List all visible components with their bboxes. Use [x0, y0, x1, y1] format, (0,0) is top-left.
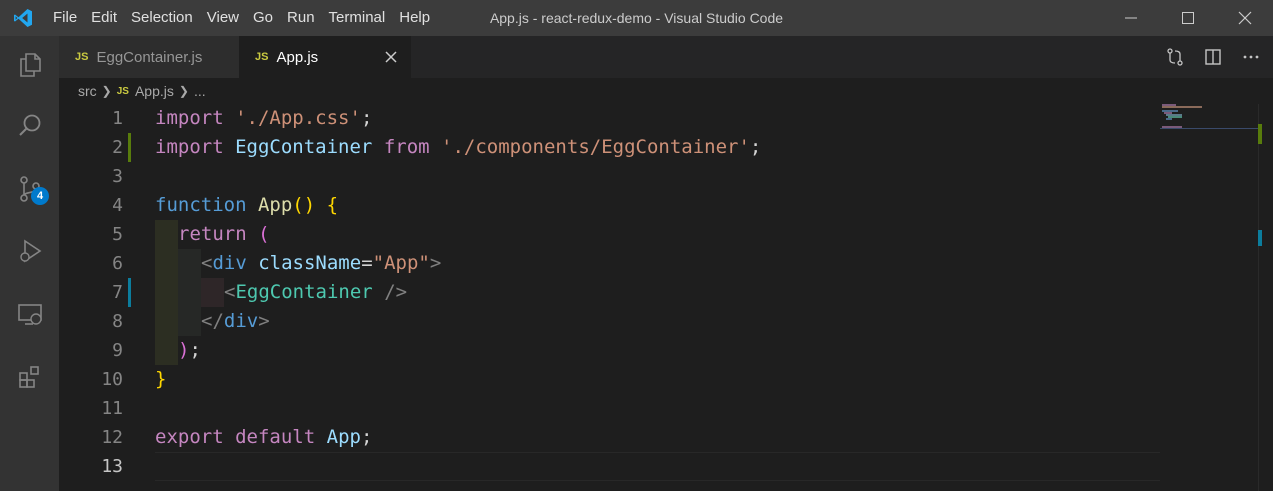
title-bar: File Edit Selection View Go Run Terminal… — [0, 0, 1273, 36]
code-line: 6 <div className="App"> — [59, 249, 1159, 278]
code-line: 12 export default App; — [59, 423, 1159, 452]
window-controls — [1102, 0, 1273, 36]
minimize-icon — [1124, 17, 1137, 19]
line-number: 3 — [112, 166, 123, 187]
vertical-scrollbar[interactable] — [1258, 104, 1273, 491]
code-text: </div> — [201, 310, 270, 332]
activity-bar: 4 — [0, 36, 59, 491]
more-actions-button[interactable] — [1239, 45, 1263, 69]
menu-help[interactable]: Help — [392, 0, 437, 36]
run-debug-button[interactable] — [0, 222, 59, 280]
code-line: 8 </div> — [59, 307, 1159, 336]
line-number: 10 — [101, 369, 123, 390]
code-text: <EggContainer /> — [224, 281, 408, 303]
maximize-button[interactable] — [1159, 0, 1216, 36]
tab-app[interactable]: JS App.js — [239, 36, 411, 78]
code-line: 10 } — [59, 365, 1159, 394]
code-line: 9 ); — [59, 336, 1159, 365]
code-line: 7 <EggContainer /> — [59, 278, 1159, 307]
code-text: function App() { — [155, 194, 339, 216]
search-button[interactable] — [0, 97, 59, 155]
breadcrumb-symbol[interactable]: ... — [194, 83, 206, 99]
menu-go[interactable]: Go — [246, 0, 280, 36]
code-editor[interactable]: 1 import './App.css'; 2 import EggContai… — [59, 104, 1273, 491]
line-number: 8 — [112, 311, 123, 332]
ellipsis-icon — [1243, 55, 1259, 59]
breadcrumb-file[interactable]: App.js — [135, 83, 174, 99]
js-file-icon: JS — [75, 51, 89, 63]
source-control-button[interactable]: 4 — [0, 160, 59, 218]
split-editor-icon — [1205, 49, 1221, 65]
breadcrumb: src ❯ JS App.js ❯ ... — [59, 78, 1273, 104]
chevron-right-icon: ❯ — [101, 84, 112, 98]
menu-terminal[interactable]: Terminal — [322, 0, 393, 36]
line-number: 2 — [112, 137, 123, 158]
split-editor-button[interactable] — [1201, 45, 1225, 69]
menu-file[interactable]: File — [46, 0, 84, 36]
line-number: 7 — [112, 282, 123, 303]
code-line: 3 — [59, 162, 1159, 191]
minimize-button[interactable] — [1102, 0, 1159, 36]
search-icon — [18, 114, 40, 136]
line-number: 11 — [101, 398, 123, 419]
editor-actions — [1163, 36, 1263, 78]
line-number: 5 — [112, 224, 123, 245]
code-text: return ( — [178, 223, 270, 245]
minimap[interactable] — [1160, 104, 1260, 144]
line-number: 9 — [112, 340, 123, 361]
code-text: <div className="App"> — [201, 252, 442, 274]
chevron-right-icon: ❯ — [178, 84, 189, 98]
code-line: 2 import EggContainer from './components… — [59, 133, 1159, 162]
menu-edit[interactable]: Edit — [84, 0, 124, 36]
line-number: 4 — [112, 195, 123, 216]
open-changes-button[interactable] — [1163, 45, 1187, 69]
menu-view[interactable]: View — [200, 0, 246, 36]
tab-bar: JS EggContainer.js JS App.js — [59, 36, 1273, 78]
close-icon — [385, 51, 397, 63]
code-text: import EggContainer from './components/E… — [155, 136, 762, 158]
code-text: } — [155, 368, 167, 390]
code-text: import './App.css'; — [155, 107, 373, 129]
tab-label: App.js — [276, 48, 319, 66]
scrollbar-modified-marker — [1258, 230, 1262, 246]
line-number: 13 — [101, 456, 123, 477]
menu-run[interactable]: Run — [280, 0, 322, 36]
explorer-icon — [19, 53, 41, 77]
code-line: 1 import './App.css'; — [59, 104, 1159, 133]
maximize-icon — [1181, 12, 1194, 24]
js-file-icon: JS — [255, 51, 269, 63]
remote-explorer-icon — [17, 304, 42, 325]
scm-count-badge: 4 — [31, 187, 49, 205]
extensions-button[interactable] — [0, 348, 59, 406]
js-file-icon: JS — [116, 85, 129, 97]
vscode-logo-icon — [0, 0, 46, 36]
code-line: 4 function App() { — [59, 191, 1159, 220]
code-text: ); — [178, 339, 201, 361]
breadcrumb-folder[interactable]: src — [78, 83, 97, 99]
code-line: 11 — [59, 394, 1159, 423]
explorer-button[interactable] — [0, 36, 59, 94]
tab-eggcontainer[interactable]: JS EggContainer.js — [59, 36, 239, 78]
menu-selection[interactable]: Selection — [124, 0, 200, 36]
code-text: export default App; — [155, 426, 373, 448]
extensions-icon — [18, 366, 39, 388]
line-number: 6 — [112, 253, 123, 274]
run-debug-icon — [19, 239, 41, 263]
menu-bar: File Edit Selection View Go Run Terminal… — [46, 0, 437, 36]
scrollbar-added-marker — [1258, 124, 1262, 144]
remote-explorer-button[interactable] — [0, 285, 59, 343]
code-line: 13 — [59, 452, 1159, 481]
line-number: 12 — [101, 427, 123, 448]
tab-label: EggContainer.js — [96, 48, 203, 66]
compare-changes-icon — [1167, 48, 1183, 66]
close-window-button[interactable] — [1216, 0, 1273, 36]
code-line: 5 return ( — [59, 220, 1159, 249]
tab-close-button[interactable] — [383, 49, 399, 65]
close-icon — [1238, 11, 1251, 25]
line-number: 1 — [112, 108, 123, 129]
